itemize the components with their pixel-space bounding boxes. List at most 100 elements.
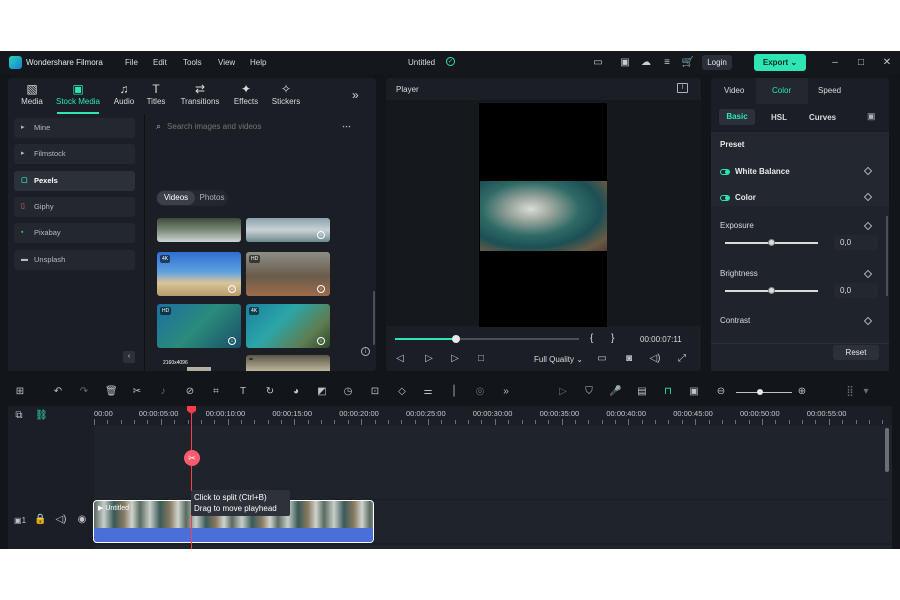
tab-video[interactable]: Video <box>724 86 744 95</box>
pip-icon[interactable]: ▣ <box>688 386 700 398</box>
sidebar-item-filmstock[interactable]: ▸ Filmstock <box>14 144 135 164</box>
redo-icon[interactable]: ↷ <box>78 386 90 398</box>
menu-edit[interactable]: Edit <box>153 58 167 67</box>
tab-stickers[interactable]: ✧ Stickers <box>266 82 306 106</box>
stock-thumbnail[interactable]: HD ↓ <box>157 304 241 348</box>
volume-icon[interactable]: ◁) <box>649 353 661 365</box>
grid-view-icon[interactable]: ⣿ <box>844 386 856 398</box>
brightness-slider-handle[interactable] <box>768 287 775 294</box>
timeline-scrollbar[interactable] <box>885 428 889 472</box>
menu-help[interactable]: Help <box>250 58 266 67</box>
player-progress-handle[interactable] <box>451 335 460 343</box>
cloud-upload-icon[interactable]: ☁ <box>639 56 653 69</box>
fullscreen-icon[interactable]: ⤢ <box>676 353 688 365</box>
zoom-slider-handle[interactable] <box>757 389 763 395</box>
tab-color[interactable]: Color <box>772 86 791 95</box>
no-mark-icon[interactable]: ⊘ <box>184 386 196 398</box>
tag-icon[interactable]: ◇ <box>396 386 408 398</box>
brightness-slider[interactable] <box>725 287 818 294</box>
mark-out-icon[interactable]: } <box>611 333 614 344</box>
tab-effects[interactable]: ✦ Effects <box>226 82 266 106</box>
stock-thumbnail[interactable]: 4K ↓ <box>157 252 241 296</box>
sidebar-item-giphy[interactable]: ▯ Giphy <box>14 197 135 217</box>
info-icon[interactable]: i <box>361 347 370 356</box>
close-icon[interactable]: ✕ <box>880 56 894 69</box>
search-input[interactable] <box>167 121 343 131</box>
mark-in-icon[interactable]: { <box>590 333 593 344</box>
keyframe-diamond-icon[interactable] <box>863 166 873 176</box>
login-button[interactable]: Login <box>702 55 732 70</box>
volume-icon[interactable]: ◁) <box>55 514 67 526</box>
rotate-icon[interactable]: ↻ <box>264 386 276 398</box>
exposure-value[interactable]: 0,0 <box>834 235 878 250</box>
color-toggle[interactable] <box>720 194 730 201</box>
text-icon[interactable]: T <box>237 386 249 398</box>
download-icon[interactable]: ↓ <box>317 285 325 293</box>
voiceover-icon[interactable]: ▤ <box>636 386 648 398</box>
export-button[interactable]: Export ⌄ <box>754 54 806 71</box>
camera-icon[interactable]: ◙ <box>623 353 635 365</box>
menu-tools[interactable]: Tools <box>183 58 202 67</box>
white-balance-row[interactable]: White Balance <box>711 158 889 184</box>
link-icon[interactable]: ⛓ <box>35 410 48 422</box>
waveform-icon[interactable]: ┃ <box>448 386 460 398</box>
layout-icon[interactable]: ▭ <box>591 56 605 69</box>
player-progress-track[interactable] <box>395 335 579 343</box>
quality-select[interactable]: Full Quality ⌄ <box>534 355 583 364</box>
brightness-value[interactable]: 0,0 <box>834 283 878 298</box>
layout-grid-icon[interactable]: ⊞ <box>14 386 26 398</box>
adjust-icon[interactable]: ⚌ <box>422 386 434 398</box>
save-icon[interactable]: ▣ <box>618 56 632 69</box>
download-icon[interactable]: ↓ <box>228 337 236 345</box>
stock-thumbnail[interactable]: HD ↓ <box>246 252 330 296</box>
collapse-sidebar-icon[interactable]: ‹ <box>123 351 135 363</box>
chevron-down-icon[interactable]: ▾ <box>860 386 872 398</box>
menu-file[interactable]: File <box>125 58 138 67</box>
reset-button[interactable]: Reset <box>833 345 879 360</box>
target-icon[interactable]: ◎ <box>474 386 486 398</box>
stock-thumbnail[interactable]: 2160x4096 ↓ <box>157 355 241 371</box>
properties-scrollbar[interactable] <box>886 216 888 296</box>
zoom-slider[interactable] <box>736 389 792 395</box>
tab-titles[interactable]: T Titles <box>136 82 176 106</box>
sidebar-item-pixabay[interactable]: ▪ Pixabay <box>14 223 135 243</box>
timer-icon[interactable]: ◷ <box>342 386 354 398</box>
white-balance-toggle[interactable] <box>720 168 730 175</box>
magnet-icon[interactable]: ⊓ <box>662 386 674 398</box>
videos-filter[interactable]: Videos <box>157 191 195 205</box>
preset-row[interactable]: Preset <box>711 132 889 158</box>
play-icon[interactable]: ▷ <box>449 353 461 365</box>
subtab-hsl[interactable]: HSL <box>771 113 787 122</box>
tab-stock-media[interactable]: ▣ Stock Media <box>55 82 101 114</box>
keyframe-diamond-icon[interactable] <box>863 316 873 326</box>
display-icon[interactable]: ▭ <box>596 353 608 365</box>
zoom-out-icon[interactable]: ⊖ <box>715 386 727 398</box>
stock-thumbnail[interactable]: 4K ↓ <box>246 304 330 348</box>
shield-icon[interactable]: ⛉ <box>583 386 595 398</box>
more-tools-icon[interactable]: » <box>500 386 512 398</box>
keyframe-diamond-icon[interactable] <box>863 192 873 202</box>
list-menu-icon[interactable]: ≡ <box>660 56 674 69</box>
search-bar[interactable]: ⌕ ⋯ <box>156 118 372 134</box>
undo-icon[interactable]: ↶ <box>52 386 64 398</box>
exposure-slider[interactable] <box>725 239 818 246</box>
zoom-in-icon[interactable]: ⊕ <box>796 386 808 398</box>
minimize-icon[interactable]: – <box>828 56 842 69</box>
stop-icon[interactable]: □ <box>475 353 487 365</box>
timeline-ruler[interactable]: 00:00 00:00:05:00 00:00:10:00 00:00:15:00 00… <box>94 406 892 426</box>
fit-icon[interactable]: ⊡ <box>369 386 381 398</box>
microphone-icon[interactable]: 🎤 <box>609 386 621 398</box>
subtab-curves[interactable]: Curves <box>809 113 836 122</box>
tab-media[interactable]: ▧ Media <box>12 82 52 106</box>
crop-icon[interactable]: ⌗ <box>210 386 222 398</box>
cart-icon[interactable]: 🛒 <box>681 56 695 69</box>
lock-icon[interactable]: 🔒 <box>34 514 46 526</box>
tab-transitions[interactable]: ⇄ Transitions <box>178 82 222 106</box>
previous-frame-icon[interactable]: ◁ <box>394 353 406 365</box>
stock-thumbnail[interactable] <box>157 218 241 242</box>
exposure-slider-handle[interactable] <box>768 239 775 246</box>
keyframe-diamond-icon[interactable] <box>863 221 873 231</box>
eye-icon[interactable]: ◉ <box>76 514 88 526</box>
menu-view[interactable]: View <box>218 58 235 67</box>
download-icon[interactable]: ↓ <box>317 231 325 239</box>
